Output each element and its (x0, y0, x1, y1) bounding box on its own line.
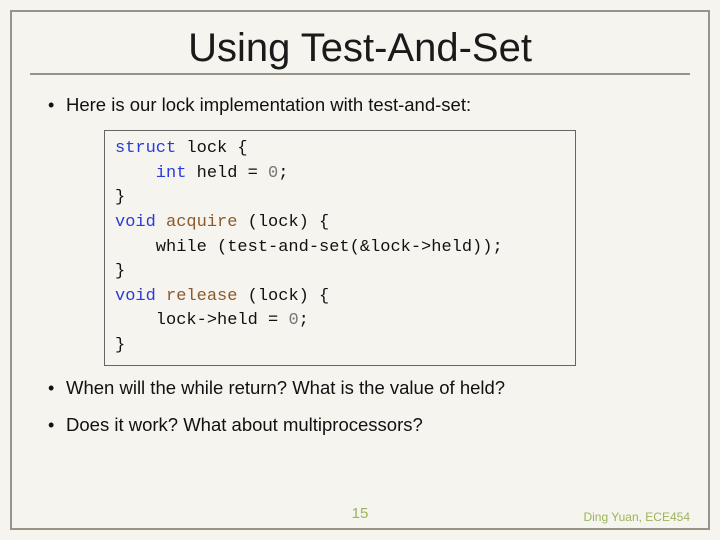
code-text: (lock) { (248, 213, 330, 232)
code-text: } (115, 262, 125, 281)
num-zero: 0 (268, 164, 278, 183)
code-text: ; (278, 164, 288, 183)
code-text: ; (299, 311, 309, 330)
code-text: } (115, 188, 125, 207)
code-text: while (test-and-set(&lock->held)); (115, 238, 503, 257)
bullet-question-2: Does it work? What about multiprocessors… (44, 413, 676, 438)
code-text: } (115, 336, 125, 355)
kw-struct: struct (115, 139, 176, 158)
bullet-list: Here is our lock implementation with tes… (44, 93, 676, 438)
title-underline (30, 73, 690, 75)
num-zero: 0 (288, 311, 298, 330)
code-text: held = (186, 164, 268, 183)
kw-void: void (115, 287, 156, 306)
code-text: (lock) { (248, 287, 330, 306)
attribution: Ding Yuan, ECE454 (583, 510, 690, 524)
code-block: struct lock { int held = 0; } void acqui… (104, 130, 576, 366)
slide-title: Using Test-And-Set (22, 26, 698, 71)
code-text: lock->held = (115, 311, 288, 330)
bullet-question-1: When will the while return? What is the … (44, 376, 676, 401)
fn-release: release (156, 287, 248, 306)
content-area: Here is our lock implementation with tes… (22, 83, 698, 438)
bullet-intro: Here is our lock implementation with tes… (44, 93, 676, 118)
kw-void: void (115, 213, 156, 232)
slide: Using Test-And-Set Here is our lock impl… (0, 0, 720, 540)
code-text: lock { (176, 139, 247, 158)
fn-acquire: acquire (156, 213, 248, 232)
kw-int: int (115, 164, 186, 183)
